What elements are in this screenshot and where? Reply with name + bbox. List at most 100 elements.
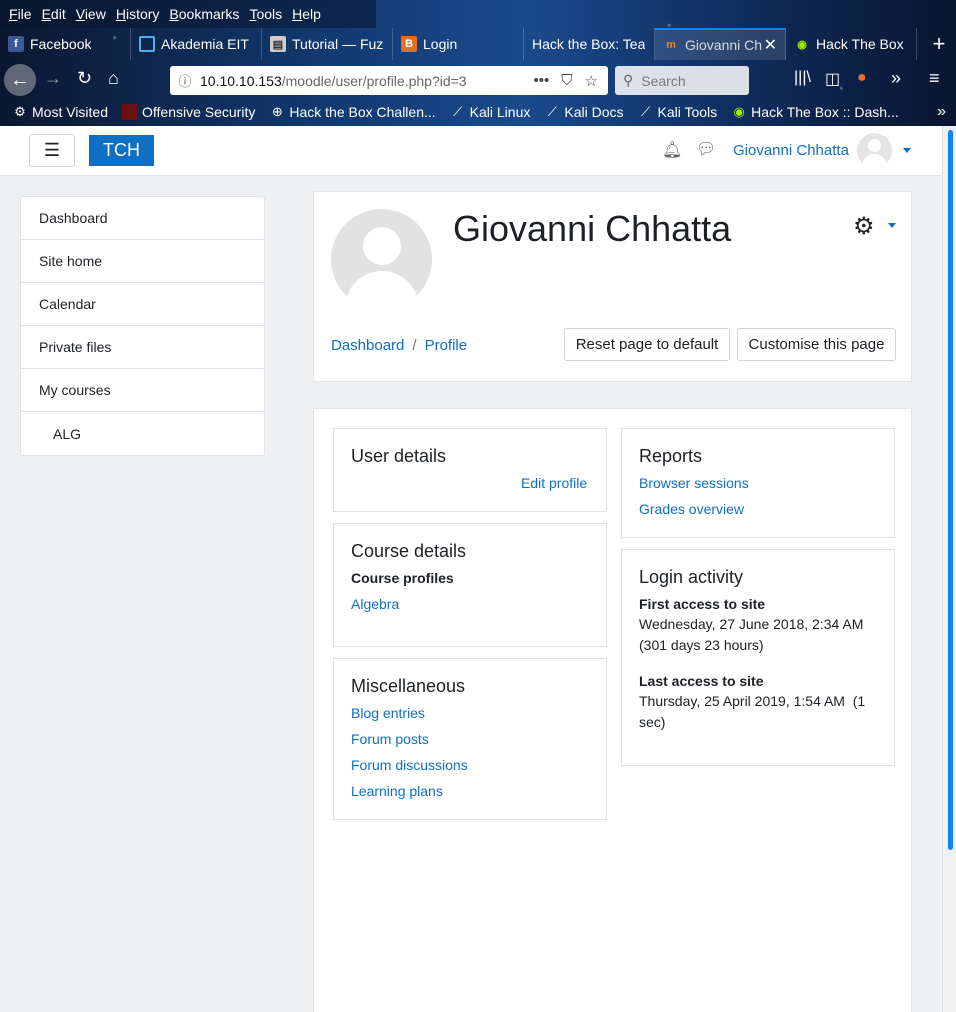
last-access-label: Last access to site bbox=[639, 673, 764, 689]
page-title: Giovanni Chhatta bbox=[453, 208, 732, 249]
messages-icon[interactable]: 💬︎ bbox=[696, 139, 716, 159]
pocket-icon[interactable]: ⛉ bbox=[561, 72, 572, 90]
bookmark-kali-tools[interactable]: ⟋ Kali Tools bbox=[638, 104, 718, 120]
customise-page-button[interactable]: Customise this page bbox=[737, 328, 896, 361]
menu-help[interactable]: Help bbox=[287, 6, 326, 22]
sidebar-item-calendar[interactable]: Calendar bbox=[21, 283, 264, 326]
bookmarks-overflow-icon[interactable]: » bbox=[937, 103, 946, 121]
tab-htb-team[interactable]: Hack the Box: Tea bbox=[524, 28, 655, 60]
forum-discussions-link[interactable]: Forum discussions bbox=[351, 757, 468, 773]
breadcrumb-dashboard[interactable]: Dashboard bbox=[331, 337, 404, 354]
bookmark-label: Kali Docs bbox=[564, 104, 624, 120]
sidebar-item-my-courses[interactable]: My courses bbox=[21, 369, 264, 412]
bookmark-kali-docs[interactable]: ⟋ Kali Docs bbox=[544, 104, 624, 120]
overflow-chevron-icon[interactable]: » bbox=[891, 68, 901, 89]
chevron-down-icon[interactable] bbox=[903, 148, 911, 153]
bookmark-label: Kali Tools bbox=[657, 104, 718, 120]
cube-icon: ◉ bbox=[797, 38, 807, 51]
tab-htb[interactable]: ◉ Hack The Box bbox=[786, 28, 917, 60]
info-icon[interactable]: ⓘ bbox=[170, 71, 200, 90]
reports-block: Reports Browser sessions Grades overview bbox=[621, 428, 895, 538]
bookmark-offsec[interactable]: Offensive Security bbox=[122, 104, 255, 120]
address-bar[interactable]: ⓘ 10.10.10.153 /moodle/user/profile.php?… bbox=[170, 66, 608, 95]
shield-icon: B bbox=[401, 36, 417, 52]
menu-file[interactable]: File bbox=[4, 6, 37, 22]
tab-giovanni[interactable]: m Giovanni Ch ✕ bbox=[655, 28, 786, 60]
tab-login[interactable]: B Login bbox=[393, 28, 524, 60]
forward-icon[interactable]: → bbox=[44, 68, 62, 89]
login-activity-block: Login activity First access to site Wedn… bbox=[621, 549, 895, 766]
site-navbar: ☰ TCH 🔔︎ 💬︎ Giovanni Chhatta bbox=[0, 126, 942, 176]
profile-header: Giovanni Chhatta ⚙ Dashboard / Profile R… bbox=[313, 191, 912, 382]
library-icon[interactable]: |||\ bbox=[794, 69, 811, 87]
browser-chrome: File Edit View History Bookmarks Tools H… bbox=[0, 0, 956, 126]
tab-label: Login bbox=[423, 36, 458, 52]
search-placeholder: Search bbox=[641, 72, 686, 89]
hamburger-menu-icon[interactable]: ≡ bbox=[929, 68, 940, 89]
chevron-down-icon[interactable] bbox=[888, 223, 896, 228]
offsec-icon bbox=[122, 104, 138, 120]
tab-label: Hack The Box bbox=[816, 36, 904, 52]
sidebar-item-alg[interactable]: ALG bbox=[21, 412, 264, 455]
bookmark-kali-linux[interactable]: ⟋ Kali Linux bbox=[450, 104, 530, 120]
avatar[interactable] bbox=[857, 133, 892, 168]
facebook-icon: f bbox=[8, 36, 24, 52]
search-input[interactable]: ⚲ Search bbox=[615, 66, 749, 95]
tab-label: Tutorial — Fuz bbox=[292, 36, 384, 52]
forum-posts-link[interactable]: Forum posts bbox=[351, 731, 429, 747]
bookmark-htb-challenges[interactable]: ⊕ Hack the Box Challen... bbox=[269, 104, 436, 120]
tab-facebook[interactable]: f Facebook bbox=[0, 28, 131, 60]
kali-icon: ⟋ bbox=[640, 104, 651, 119]
profile-content: User details Edit profile Course details… bbox=[313, 408, 912, 1012]
browser-sessions-link[interactable]: Browser sessions bbox=[639, 475, 749, 491]
tab-strip: f Facebook Akademia EIT ▤ Tutorial — Fuz… bbox=[0, 28, 956, 60]
notification-bell-icon[interactable]: 🔔︎ bbox=[662, 140, 682, 160]
page-actions-icon[interactable]: ••• bbox=[534, 72, 550, 90]
sidebar-item-private-files[interactable]: Private files bbox=[21, 326, 264, 369]
nav-drawer: Dashboard Site home Calendar Private fil… bbox=[20, 196, 265, 456]
bookmark-most-visited[interactable]: ⚙ Most Visited bbox=[12, 104, 108, 120]
back-button[interactable]: ← bbox=[4, 64, 36, 96]
reload-icon[interactable]: ↻ bbox=[77, 68, 92, 89]
sidebar-item-site-home[interactable]: Site home bbox=[21, 240, 264, 283]
tab-tutorial[interactable]: ▤ Tutorial — Fuz bbox=[262, 28, 393, 60]
sidebar-icon[interactable]: ◫ bbox=[825, 69, 840, 89]
navigation-toolbar: ← → ↻ ⌂ ⓘ 10.10.10.153 /moodle/user/prof… bbox=[0, 60, 956, 100]
menu-history[interactable]: History bbox=[111, 6, 165, 22]
reset-page-button[interactable]: Reset page to default bbox=[564, 328, 730, 361]
menu-view[interactable]: View bbox=[71, 6, 111, 22]
tab-label: Facebook bbox=[30, 36, 92, 52]
menu-edit[interactable]: Edit bbox=[37, 6, 71, 22]
basketball-icon[interactable]: ● bbox=[857, 69, 867, 87]
breadcrumb-profile[interactable]: Profile bbox=[425, 337, 468, 354]
page-scrollbar[interactable] bbox=[942, 126, 956, 1012]
drawer-toggle-button[interactable]: ☰ bbox=[29, 134, 75, 167]
learning-plans-link[interactable]: Learning plans bbox=[351, 783, 443, 799]
menu-bookmarks[interactable]: Bookmarks bbox=[164, 6, 244, 22]
grades-overview-link[interactable]: Grades overview bbox=[639, 501, 744, 517]
course-profiles-label: Course profiles bbox=[351, 570, 454, 586]
blog-entries-link[interactable]: Blog entries bbox=[351, 705, 425, 721]
last-access-elapsed: sec) bbox=[639, 714, 666, 730]
breadcrumb: Dashboard / Profile bbox=[331, 337, 467, 354]
bookmark-label: Offensive Security bbox=[142, 104, 256, 120]
gear-icon[interactable]: ⚙ bbox=[853, 212, 875, 241]
bookmarks-toolbar: ⚙ Most Visited Offensive Security ⊕ Hack… bbox=[0, 100, 956, 124]
block-title: Course details bbox=[351, 541, 467, 561]
menu-tools[interactable]: Tools bbox=[244, 6, 287, 22]
sidebar-item-dashboard[interactable]: Dashboard bbox=[21, 197, 264, 240]
bookmark-label: Most Visited bbox=[32, 104, 108, 120]
course-details-block: Course details Course profiles Algebra bbox=[333, 523, 607, 647]
bookmark-star-icon[interactable]: ☆ bbox=[585, 72, 598, 90]
scrollbar-thumb[interactable] bbox=[948, 130, 953, 850]
home-icon[interactable]: ⌂ bbox=[108, 68, 119, 89]
close-tab-icon[interactable]: ✕ bbox=[764, 35, 777, 55]
course-link-algebra[interactable]: Algebra bbox=[351, 596, 399, 612]
new-tab-button[interactable]: + bbox=[922, 28, 956, 60]
user-menu-name[interactable]: Giovanni Chhatta bbox=[733, 142, 849, 159]
site-brand[interactable]: TCH bbox=[89, 135, 154, 166]
edit-profile-link[interactable]: Edit profile bbox=[521, 475, 587, 491]
tab-akademia[interactable]: Akademia EIT bbox=[131, 28, 262, 60]
bookmark-htb-dashboard[interactable]: ◉ Hack The Box :: Dash... bbox=[731, 104, 899, 120]
url-path: /moodle/user/profile.php?id=3 bbox=[281, 72, 467, 89]
